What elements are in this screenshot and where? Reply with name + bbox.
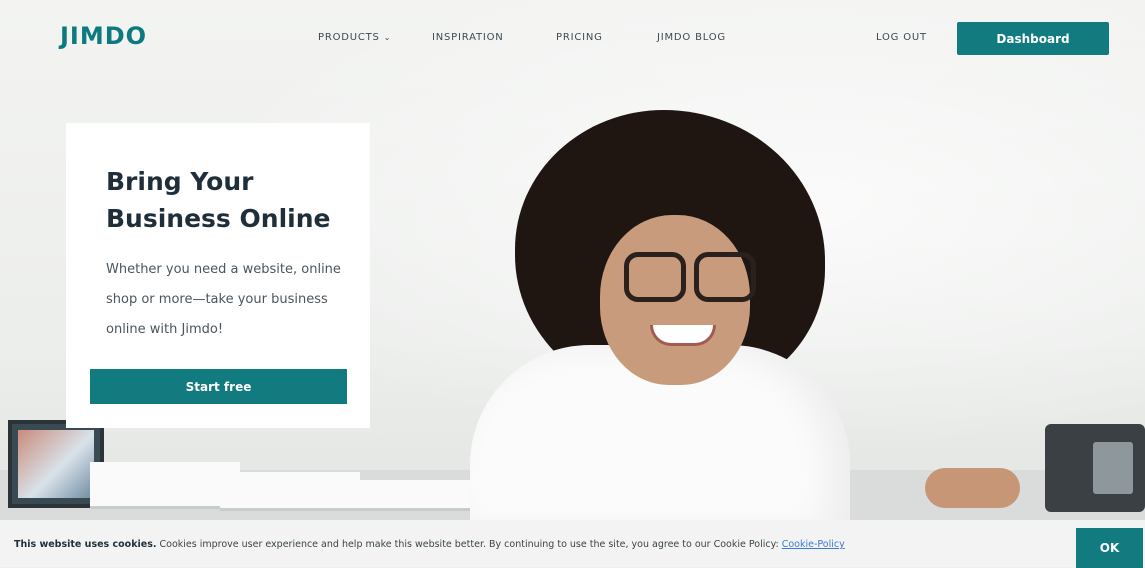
paper-stack [90,462,240,509]
cookie-body: Cookies improve user experience and help… [156,539,782,550]
logout-link[interactable]: LOG OUT [876,32,927,43]
top-navigation: JIMDO PRODUCTS ⌄ INSPIRATION PRICING JIMD… [0,0,1145,76]
cookie-banner: This website uses cookies. Cookies impro… [0,520,1145,567]
nav-jimdo-blog[interactable]: JIMDO BLOG [657,32,726,43]
cookie-policy-link[interactable]: Cookie-Policy [782,539,845,550]
hero-description: Whether you need a website, online shop … [106,262,341,337]
person-hand [925,468,1020,508]
cookie-message: This website uses cookies. Cookies impro… [14,539,845,550]
cookie-ok-button[interactable]: OK [1076,528,1143,568]
dashboard-button[interactable]: Dashboard [957,22,1109,55]
jimdo-logo[interactable]: JIMDO [60,22,147,50]
glasses-right-lens [694,252,756,302]
nav-pricing[interactable]: PRICING [556,32,603,43]
nav-inspiration[interactable]: INSPIRATION [432,32,504,43]
glasses-left-lens [624,252,686,302]
start-free-button[interactable]: Start free [90,369,347,404]
phone-screen [1093,442,1133,494]
hero-card: Bring Your Business Online Whether you n… [66,123,370,428]
desk-phone [1045,424,1145,512]
hero-title: Bring Your Business Online [106,167,331,233]
chevron-down-icon: ⌄ [383,33,392,42]
frame-picture [18,430,94,498]
paper-stack [220,472,360,511]
paper-stack [360,480,470,511]
nav-products[interactable]: PRODUCTS ⌄ [318,32,391,43]
nav-products-label: PRODUCTS [318,32,380,43]
cookie-heading: This website uses cookies. [14,539,157,550]
